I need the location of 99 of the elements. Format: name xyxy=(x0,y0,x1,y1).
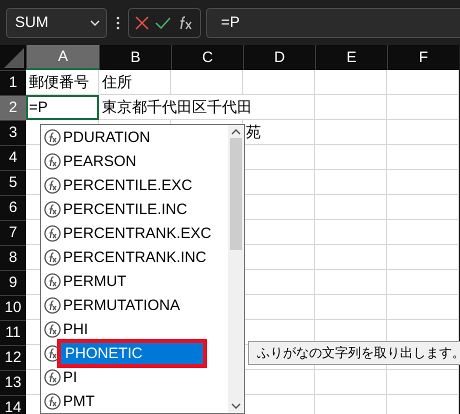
function-icon xyxy=(44,392,61,410)
spreadsheet-cell[interactable] xyxy=(387,120,459,145)
spreadsheet-cell[interactable]: 住所 xyxy=(99,70,171,95)
row-header[interactable]: 5 xyxy=(0,170,26,195)
row-header[interactable]: 3 xyxy=(0,120,26,145)
row-header[interactable]: 14 xyxy=(0,395,26,414)
column-header[interactable]: B xyxy=(99,45,171,70)
spreadsheet-cell[interactable] xyxy=(171,70,243,95)
spreadsheet-cell[interactable] xyxy=(387,95,459,120)
spreadsheet-cell[interactable] xyxy=(243,220,315,245)
function-icon xyxy=(44,368,61,386)
function-suggestion[interactable]: PERMUT xyxy=(63,272,126,290)
tooltip: ふりがなの文字列を取り出します。 xyxy=(248,341,460,365)
formula-bar[interactable]: =P xyxy=(206,8,460,38)
spreadsheet-cell[interactable] xyxy=(387,295,459,320)
function-icon xyxy=(44,248,61,266)
function-icon xyxy=(44,224,61,242)
spreadsheet-cell[interactable] xyxy=(387,220,459,245)
function-suggestion[interactable]: PHONETIC xyxy=(61,342,203,364)
column-header[interactable]: C xyxy=(171,45,243,70)
scrollbar[interactable] xyxy=(228,125,244,413)
cell-text: 住所 xyxy=(102,72,132,92)
drag-handle-icon[interactable] xyxy=(116,16,120,30)
function-icon xyxy=(44,200,61,218)
spreadsheet-cell[interactable]: 東京都千代田区千代田 xyxy=(99,95,315,120)
column-header[interactable]: D xyxy=(243,45,315,70)
row-header[interactable]: 8 xyxy=(0,245,26,270)
spreadsheet-cell[interactable] xyxy=(387,245,459,270)
row-header[interactable]: 13 xyxy=(0,370,26,395)
cell-text: =P xyxy=(29,98,48,116)
spreadsheet-cell[interactable] xyxy=(315,195,387,220)
chevron-down-icon xyxy=(90,20,100,26)
spreadsheet-cell[interactable] xyxy=(387,70,459,95)
function-suggestion[interactable]: PERCENTRANK.INC xyxy=(63,248,206,266)
function-suggestion[interactable]: PDURATION xyxy=(63,128,150,146)
row-header[interactable]: 1 xyxy=(0,70,26,95)
spreadsheet-cell[interactable] xyxy=(315,120,387,145)
spreadsheet-cell[interactable]: 郵便番号 xyxy=(26,70,99,95)
function-suggestion[interactable]: PERCENTILE.EXC xyxy=(63,176,192,194)
row-header[interactable]: 4 xyxy=(0,145,26,170)
spreadsheet-cell[interactable]: 苑 xyxy=(243,120,315,145)
spreadsheet-cell[interactable] xyxy=(387,270,459,295)
row-header[interactable]: 10 xyxy=(0,295,26,320)
spreadsheet-cell[interactable] xyxy=(387,145,459,170)
spreadsheet-cell[interactable] xyxy=(243,295,315,320)
function-icon xyxy=(44,296,61,314)
spreadsheet-cell[interactable] xyxy=(315,170,387,195)
spreadsheet-cell[interactable] xyxy=(315,295,387,320)
spreadsheet-cell[interactable] xyxy=(315,245,387,270)
spreadsheet-cell[interactable] xyxy=(243,270,315,295)
column-header[interactable]: F xyxy=(387,45,459,70)
row-header[interactable]: 2 xyxy=(0,95,26,120)
row-header[interactable]: 12 xyxy=(0,345,26,370)
spreadsheet-cell[interactable] xyxy=(315,70,387,95)
spreadsheet-cell[interactable] xyxy=(315,220,387,245)
spreadsheet-cell[interactable] xyxy=(387,395,459,414)
spreadsheet-cell[interactable] xyxy=(243,370,315,395)
column-header[interactable]: A xyxy=(26,45,99,70)
spreadsheet-cell[interactable] xyxy=(315,270,387,295)
spreadsheet-cell[interactable] xyxy=(387,370,459,395)
active-cell[interactable]: =P xyxy=(26,95,99,120)
row-header[interactable]: 6 xyxy=(0,195,26,220)
function-suggestion[interactable]: PMT xyxy=(63,392,95,410)
cell-text: 東京都千代田区千代田 xyxy=(102,98,252,116)
spreadsheet-cell[interactable] xyxy=(243,245,315,270)
column-header[interactable]: E xyxy=(315,45,387,70)
cell-text: 苑 xyxy=(246,122,261,142)
row-header[interactable]: 7 xyxy=(0,220,26,245)
function-suggestion[interactable]: PI xyxy=(63,368,78,386)
name-box[interactable]: SUM xyxy=(6,8,107,38)
spreadsheet-cell[interactable] xyxy=(243,170,315,195)
function-suggestion[interactable]: PERCENTRANK.EXC xyxy=(63,224,212,242)
function-icon xyxy=(44,176,61,194)
insert-function-icon[interactable] xyxy=(178,16,194,30)
function-icon xyxy=(44,128,61,146)
row-header[interactable]: 11 xyxy=(0,320,26,345)
cancel-icon[interactable] xyxy=(135,16,150,30)
spreadsheet-cell[interactable] xyxy=(243,395,315,414)
spreadsheet-cell[interactable] xyxy=(243,195,315,220)
function-icon xyxy=(44,272,61,290)
spreadsheet-cell[interactable] xyxy=(315,370,387,395)
row-header[interactable]: 9 xyxy=(0,270,26,295)
spreadsheet-cell[interactable] xyxy=(315,95,387,120)
spreadsheet-cell[interactable] xyxy=(243,145,315,170)
spreadsheet-cell[interactable] xyxy=(315,145,387,170)
spreadsheet-cell[interactable] xyxy=(387,170,459,195)
check-icon[interactable] xyxy=(155,16,172,28)
function-icon xyxy=(44,320,61,338)
function-suggestion[interactable]: PERCENTILE.INC xyxy=(63,200,188,218)
function-suggestion[interactable]: PERMUTATIONA xyxy=(63,296,180,314)
function-icon xyxy=(44,152,61,170)
cell-text: 郵便番号 xyxy=(29,72,89,92)
function-suggestion[interactable]: PHI xyxy=(63,320,88,338)
function-suggestion[interactable]: PEARSON xyxy=(63,152,136,170)
spreadsheet-cell[interactable] xyxy=(387,195,459,220)
scroll-thumb[interactable] xyxy=(230,138,242,250)
select-all-icon[interactable] xyxy=(4,48,24,68)
spreadsheet-cell[interactable] xyxy=(243,70,315,95)
spreadsheet-cell[interactable] xyxy=(315,395,387,414)
